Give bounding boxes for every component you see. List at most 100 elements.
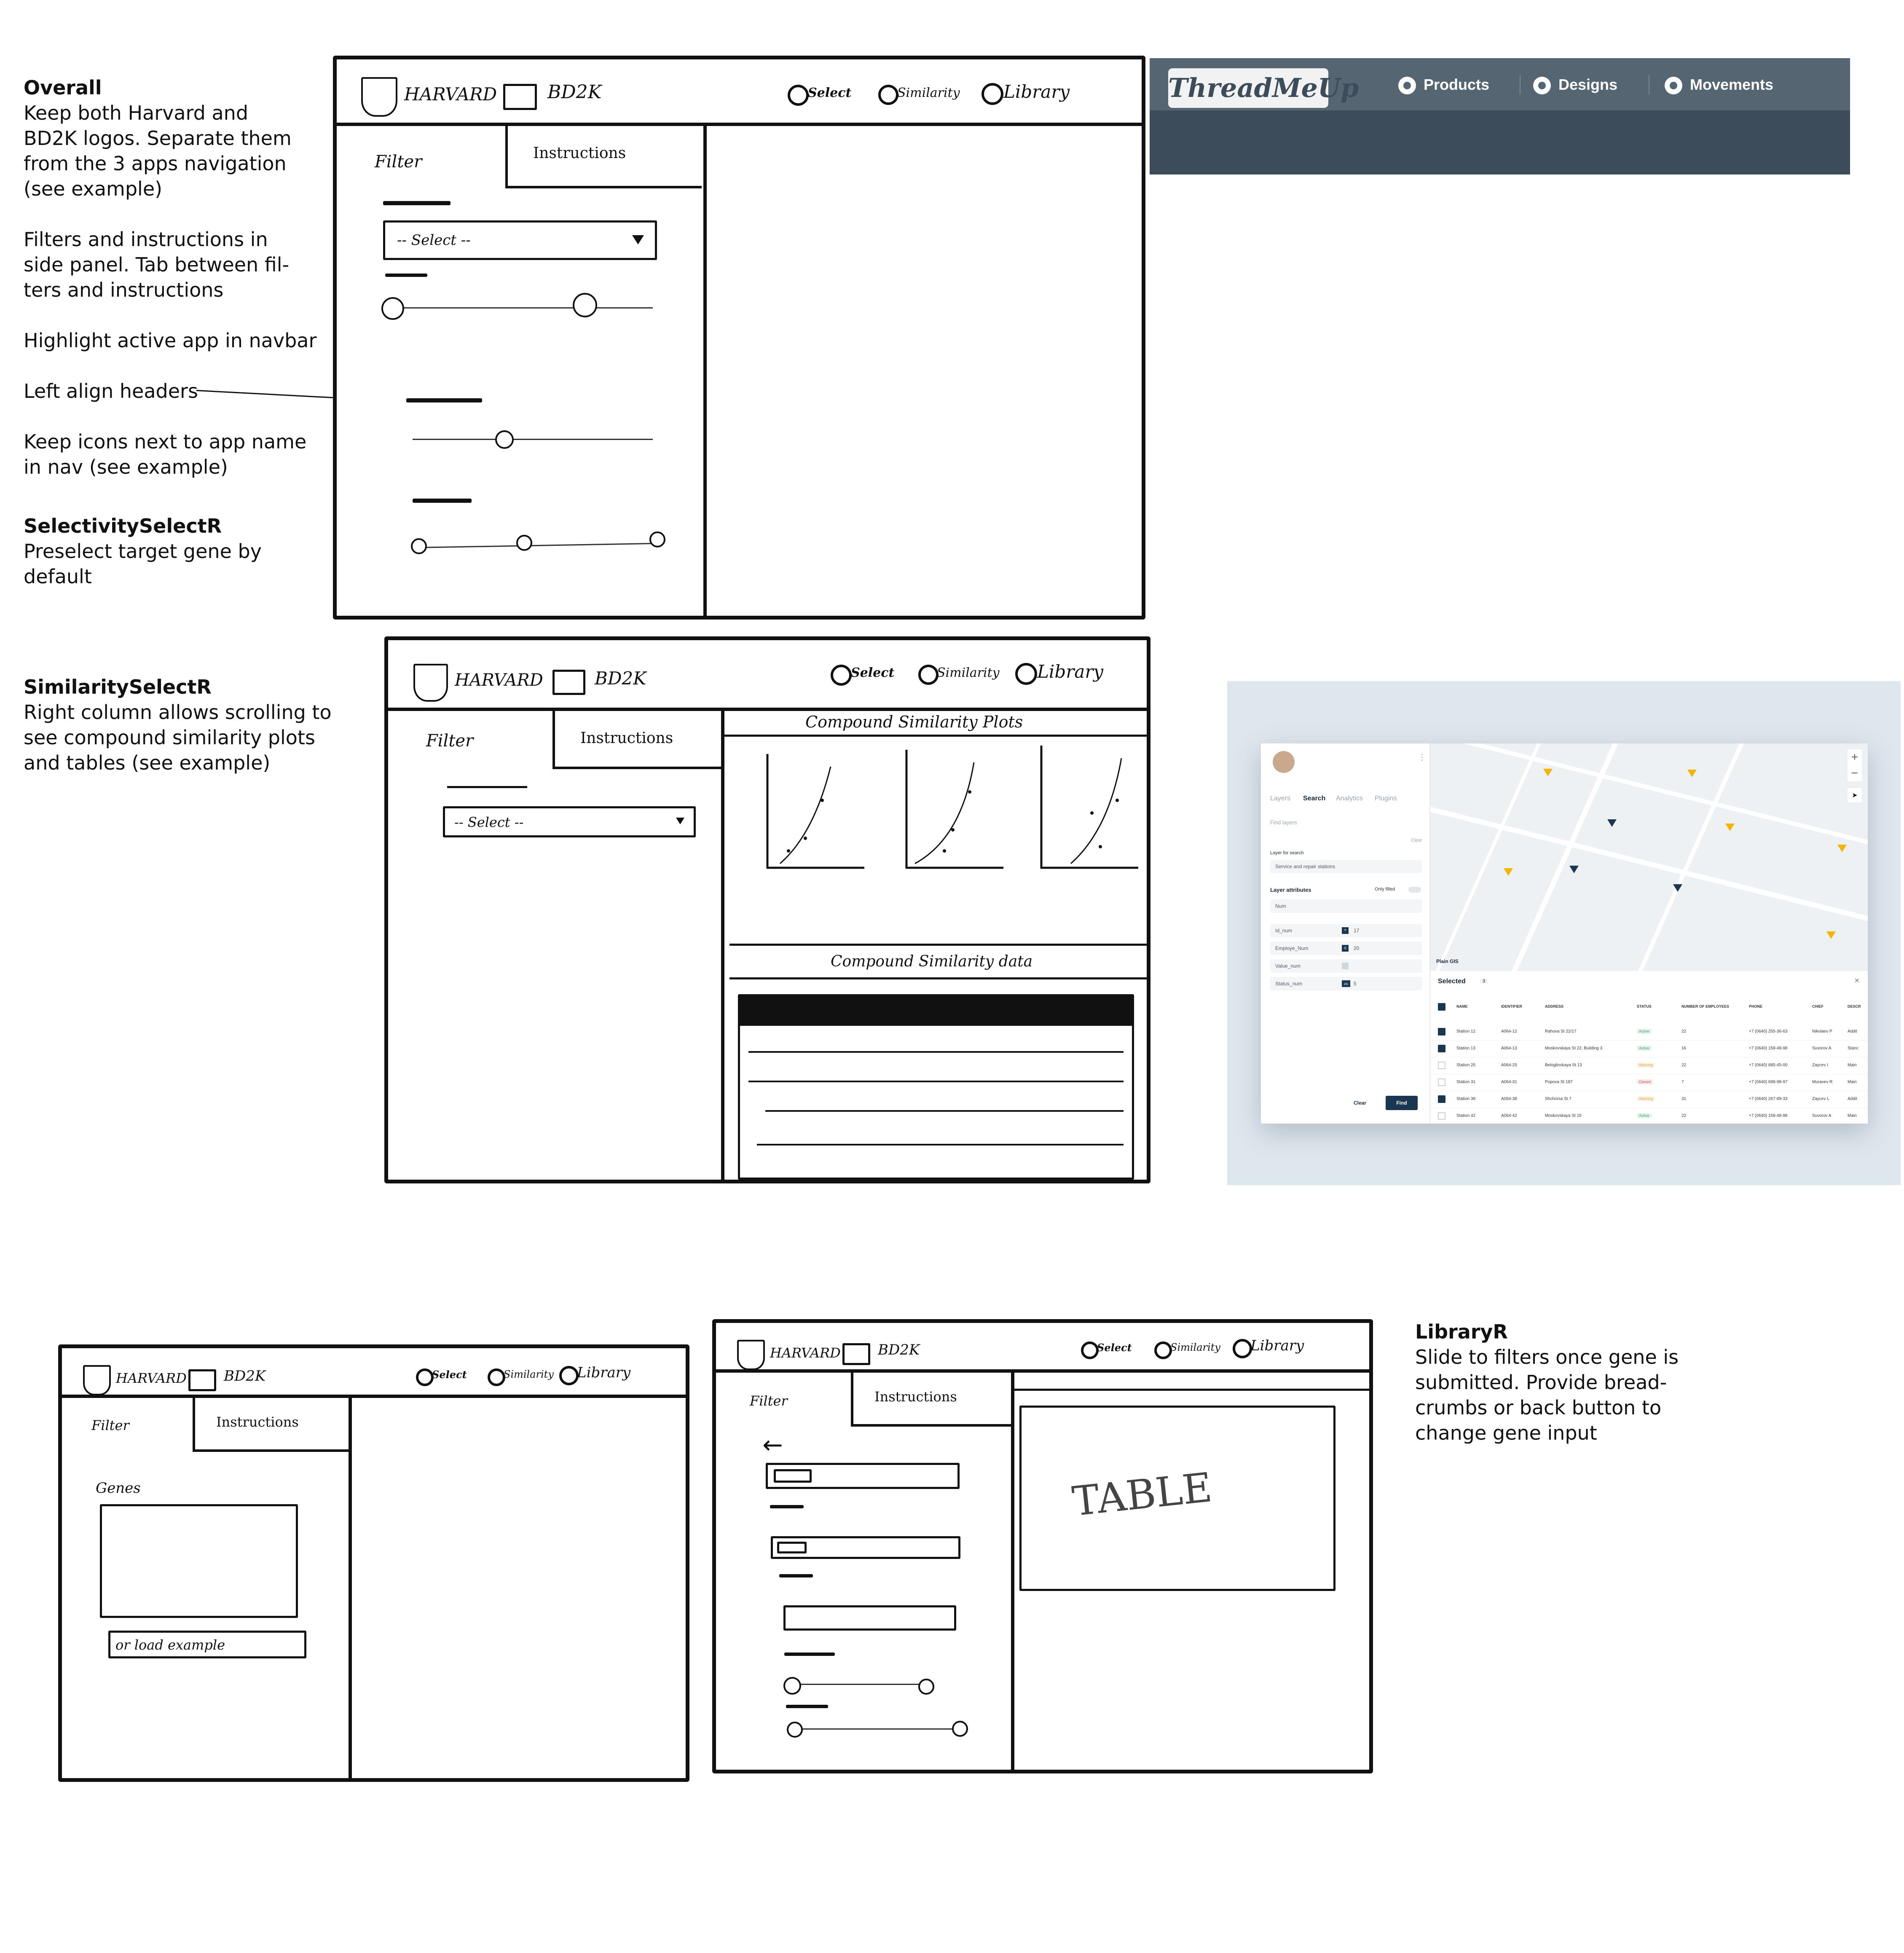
map-view[interactable]: + − ➤ Plain GIS bbox=[1430, 743, 1868, 971]
instructions-tab[interactable]: Instructions bbox=[505, 123, 702, 188]
close-icon[interactable]: × bbox=[1854, 976, 1859, 986]
table-row[interactable]: Station 13 A064-13 Moskovskaya St 22, Buil… bbox=[1430, 1040, 1868, 1057]
slider-handle[interactable] bbox=[783, 1677, 801, 1695]
nav-select[interactable]: Select bbox=[851, 665, 894, 680]
column-header[interactable]: NUMBER OF EMPLOYEES bbox=[1681, 1004, 1729, 1009]
tab-analytics[interactable]: Analytics bbox=[1336, 795, 1363, 802]
column-header[interactable]: IDENTIFIER bbox=[1501, 1004, 1522, 1009]
slider-handle[interactable] bbox=[411, 538, 427, 554]
load-example-button[interactable]: or load example bbox=[108, 1631, 306, 1658]
filter-tab[interactable]: Filter bbox=[750, 1393, 788, 1409]
map-marker[interactable] bbox=[1687, 770, 1697, 777]
table-row[interactable]: Station 38 A064-38 Shchorsa St 7 Warning 31 +… bbox=[1430, 1091, 1868, 1108]
row-checkbox[interactable] bbox=[1438, 1112, 1445, 1120]
column-header[interactable]: PHONE bbox=[1749, 1004, 1762, 1009]
table-row[interactable]: Station 12 A064-12 Rahova St 22/17 Active 22… bbox=[1430, 1023, 1868, 1041]
column-header[interactable]: ADDRESS bbox=[1545, 1004, 1563, 1009]
table-row[interactable]: Station 25 A064-25 Beloglinskaya St 13 Warn… bbox=[1430, 1057, 1868, 1074]
find-button[interactable]: Find bbox=[1386, 1096, 1418, 1110]
range-slider[interactable] bbox=[792, 1728, 956, 1730]
filter-input[interactable] bbox=[783, 1605, 956, 1631]
select-all-checkbox[interactable] bbox=[1438, 1003, 1445, 1011]
avatar[interactable] bbox=[1273, 751, 1295, 773]
select-dropdown[interactable]: -- Select -- bbox=[383, 220, 657, 260]
row-checkbox[interactable] bbox=[1438, 1078, 1445, 1086]
nav-library[interactable]: Library bbox=[1003, 81, 1070, 102]
column-header[interactable]: NAME bbox=[1456, 1004, 1468, 1009]
row-checkbox[interactable] bbox=[1438, 1062, 1445, 1069]
filter-tab[interactable]: Filter bbox=[375, 152, 422, 172]
nav-movements[interactable]: Movements bbox=[1665, 72, 1773, 97]
tab-plugins[interactable]: Plugins bbox=[1375, 795, 1397, 802]
map-marker[interactable] bbox=[1826, 931, 1836, 939]
attribute-value[interactable]: 5 bbox=[1354, 977, 1357, 990]
search-input[interactable]: Find layers bbox=[1270, 819, 1297, 826]
filter-tab[interactable]: Filter bbox=[91, 1417, 129, 1433]
layer-select[interactable]: Service and repair stations bbox=[1270, 860, 1422, 873]
locate-icon[interactable]: ➤ bbox=[1848, 788, 1862, 802]
row-checkbox[interactable] bbox=[1438, 1028, 1445, 1036]
num-field[interactable]: Num bbox=[1270, 899, 1422, 913]
attribute-value[interactable]: 20 bbox=[1354, 942, 1359, 955]
filter-input[interactable] bbox=[766, 1463, 960, 1489]
instructions-tab[interactable]: Instructions bbox=[193, 1395, 351, 1452]
map-marker[interactable] bbox=[1673, 884, 1682, 892]
attribute-value[interactable]: 17 bbox=[1354, 924, 1359, 937]
slider-handle[interactable] bbox=[787, 1722, 803, 1738]
table-row[interactable]: Station 42 A064-42 Moskovskaya St 15 Active… bbox=[1430, 1108, 1868, 1124]
nav-similarity[interactable]: Similarity bbox=[897, 86, 960, 100]
slider-handle[interactable] bbox=[573, 293, 597, 317]
nav-similarity[interactable]: Similarity bbox=[1170, 1341, 1220, 1353]
zoom-in-icon[interactable]: + bbox=[1848, 749, 1862, 765]
nav-library[interactable]: Library bbox=[1250, 1337, 1304, 1354]
map-marker[interactable] bbox=[1837, 845, 1847, 852]
nav-select[interactable]: Select bbox=[432, 1368, 467, 1381]
more-icon[interactable]: ⋮ bbox=[1418, 752, 1426, 762]
map-marker[interactable] bbox=[1569, 866, 1579, 873]
back-arrow-icon[interactable]: ← bbox=[762, 1433, 783, 1457]
map-marker[interactable] bbox=[1725, 824, 1735, 831]
nav-designs[interactable]: Designs bbox=[1533, 72, 1617, 97]
slider-handle[interactable] bbox=[918, 1679, 934, 1695]
attribute-op[interactable] bbox=[1342, 963, 1349, 969]
map-marker[interactable] bbox=[1607, 819, 1617, 827]
slider[interactable] bbox=[413, 439, 653, 440]
results-column[interactable]: Compound Similarity Plots Compound Simil… bbox=[721, 708, 1147, 1180]
nav-library[interactable]: Library bbox=[577, 1364, 630, 1381]
slider-handle[interactable] bbox=[381, 297, 404, 320]
select-dropdown[interactable]: -- Select -- bbox=[443, 806, 696, 837]
slider-handle[interactable] bbox=[952, 1721, 968, 1737]
only-filled-toggle[interactable] bbox=[1408, 887, 1421, 893]
clear-button[interactable]: Clear bbox=[1345, 1096, 1375, 1110]
slider-handle[interactable] bbox=[649, 531, 665, 547]
slider-handle[interactable] bbox=[495, 430, 514, 449]
nav-select[interactable]: Select bbox=[808, 86, 851, 100]
filter-input[interactable] bbox=[771, 1536, 960, 1559]
map-marker[interactable] bbox=[1504, 868, 1513, 876]
table-row[interactable]: Station 31 A064-31 Popova St 187 Closed 7 +7 … bbox=[1430, 1074, 1868, 1091]
range-slider[interactable] bbox=[417, 543, 653, 548]
column-header[interactable]: DESCR bbox=[1848, 1004, 1861, 1009]
slider-handle[interactable] bbox=[516, 535, 532, 551]
nav-select[interactable]: Select bbox=[1097, 1341, 1132, 1354]
tab-search[interactable]: Search bbox=[1303, 795, 1325, 802]
instructions-tab[interactable]: Instructions bbox=[552, 708, 724, 769]
range-slider[interactable] bbox=[387, 307, 653, 309]
nav-similarity[interactable]: Similarity bbox=[504, 1368, 554, 1380]
row-checkbox[interactable] bbox=[1438, 1095, 1445, 1103]
attribute-op[interactable]: ≤ bbox=[1342, 945, 1349, 952]
instructions-tab[interactable]: Instructions bbox=[851, 1369, 1014, 1427]
tab-layers[interactable]: Layers bbox=[1270, 795, 1290, 802]
map-marker[interactable] bbox=[1543, 769, 1553, 776]
filter-tab[interactable]: Filter bbox=[426, 731, 473, 751]
nav-similarity[interactable]: Similarity bbox=[937, 665, 1000, 680]
column-header[interactable]: CHIEF bbox=[1812, 1004, 1824, 1009]
zoom-out-icon[interactable]: − bbox=[1848, 765, 1862, 781]
threadmeup-logo[interactable]: ThreadMeUp bbox=[1168, 68, 1359, 108]
attribute-op[interactable]: > bbox=[1342, 927, 1349, 934]
clear-link[interactable]: Clear bbox=[1411, 838, 1422, 843]
column-header[interactable]: STATUS bbox=[1637, 1004, 1652, 1009]
range-slider[interactable] bbox=[792, 1684, 927, 1685]
row-checkbox[interactable] bbox=[1438, 1045, 1445, 1052]
nav-products[interactable]: Products bbox=[1398, 72, 1489, 97]
